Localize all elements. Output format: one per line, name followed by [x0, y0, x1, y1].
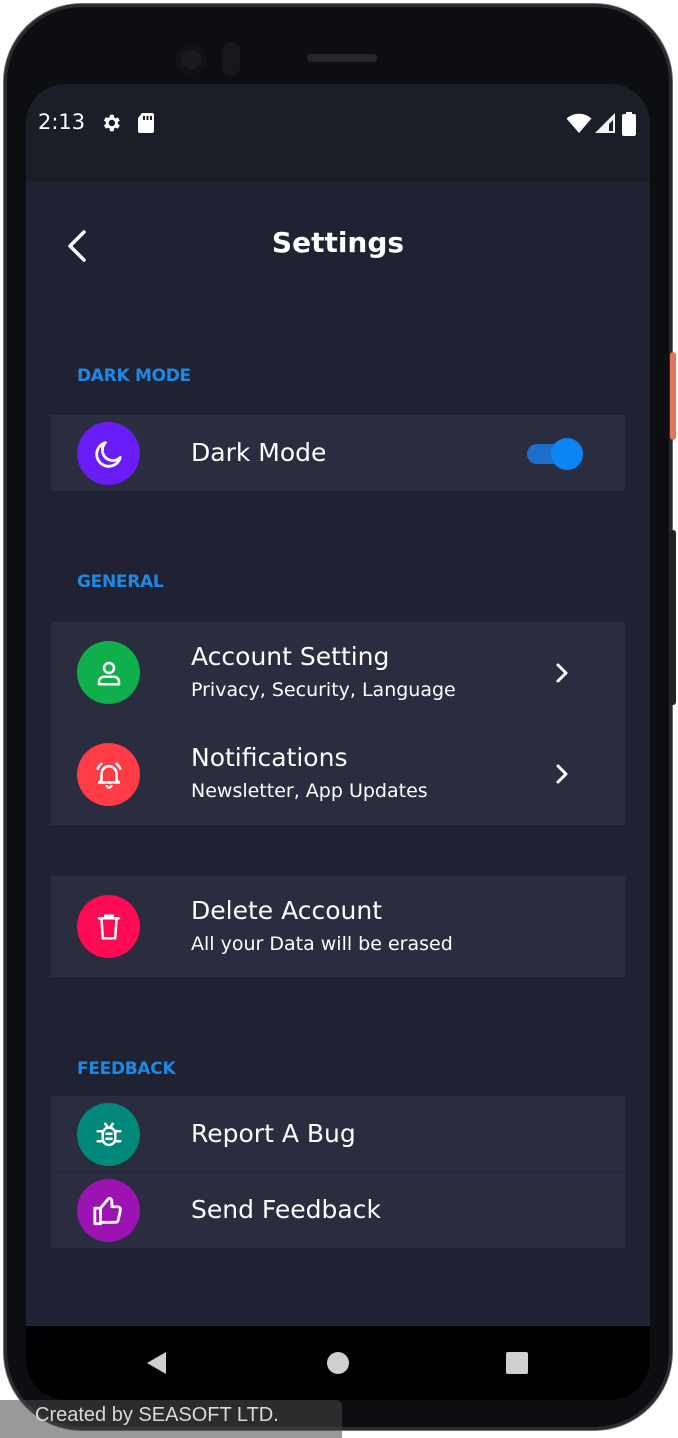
power-button [670, 352, 676, 440]
volume-button [670, 530, 676, 705]
send-feedback-title: Send Feedback [191, 1195, 381, 1224]
account-setting-row[interactable]: Account Setting Privacy, Security, Langu… [51, 622, 625, 723]
home-circle-icon[interactable] [323, 1348, 353, 1378]
navigation-bar [26, 1326, 650, 1400]
thumbs-up-icon [77, 1179, 140, 1242]
delete-account-subtitle: All your Data will be erased [191, 933, 453, 955]
notifications-title: Notifications [191, 743, 348, 772]
delete-account-card: Delete Account All your Data will be era… [51, 876, 625, 977]
account-setting-title: Account Setting [191, 642, 390, 671]
user-icon [77, 641, 140, 704]
dark-mode-toggle[interactable] [525, 438, 585, 470]
bell-icon [77, 743, 140, 806]
chevron-right-icon [556, 663, 568, 683]
watermark: Created by SEASOFT LTD. [0, 1400, 342, 1438]
delete-account-title: Delete Account [191, 896, 383, 925]
dark-mode-row[interactable]: Dark Mode [51, 415, 625, 491]
battery-icon [622, 112, 636, 136]
page-title: Settings [271, 226, 405, 259]
status-time: 2:13 [38, 110, 86, 134]
back-triangle-icon[interactable] [142, 1348, 172, 1378]
status-bar: 2:13 [26, 84, 650, 182]
account-setting-subtitle: Privacy, Security, Language [191, 679, 456, 701]
recents-square-icon[interactable] [502, 1348, 532, 1378]
app-bar: Settings [26, 182, 650, 312]
camera-sensor [222, 42, 240, 76]
sd-card-icon [138, 113, 154, 133]
earpiece-speaker [307, 54, 377, 62]
delete-account-row[interactable]: Delete Account All your Data will be era… [51, 876, 625, 977]
section-label-general: GENERAL [77, 572, 164, 592]
moon-icon [77, 422, 140, 485]
screen: 2:13 Settings DARK MODE Dark Mode GENERA… [26, 84, 650, 1400]
trash-icon [77, 895, 140, 958]
signal-icon [595, 113, 615, 133]
section-label-dark-mode: DARK MODE [77, 366, 191, 386]
chevron-right-icon [556, 764, 568, 784]
toggle-thumb [551, 438, 583, 470]
feedback-card: Report A Bug Send Feedback [51, 1096, 625, 1248]
wifi-icon [566, 113, 592, 133]
section-label-feedback: FEEDBACK [77, 1059, 176, 1079]
gear-icon [103, 114, 120, 132]
report-bug-row[interactable]: Report A Bug [51, 1096, 625, 1172]
watermark-text: Created by SEASOFT LTD. [35, 1404, 279, 1426]
dark-mode-card: Dark Mode [51, 415, 625, 491]
send-feedback-row[interactable]: Send Feedback [51, 1172, 625, 1248]
front-camera [176, 44, 206, 74]
notifications-row[interactable]: Notifications Newsletter, App Updates [51, 723, 625, 825]
bug-icon [77, 1103, 140, 1166]
dark-mode-title: Dark Mode [191, 438, 327, 467]
report-bug-title: Report A Bug [191, 1119, 356, 1148]
general-card: Account Setting Privacy, Security, Langu… [51, 622, 625, 825]
notifications-subtitle: Newsletter, App Updates [191, 780, 428, 802]
